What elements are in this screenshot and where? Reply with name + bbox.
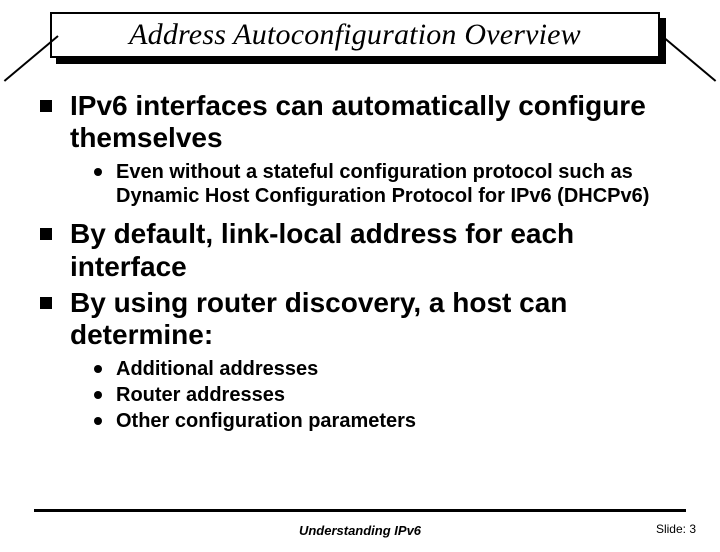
sub-bullet-text: Router addresses	[116, 383, 285, 407]
slide-title: Address Autoconfiguration Overview	[129, 18, 581, 52]
slide-content: IPv6 interfaces can automatically config…	[40, 90, 690, 443]
bullet-2-text: By default, link-local address for each …	[70, 218, 690, 282]
sub-bullet: Even without a stateful configuration pr…	[94, 160, 690, 208]
bullet-3-text: By using router discovery, a host can de…	[70, 287, 690, 351]
footer-divider	[34, 509, 686, 512]
dot-bullet-icon	[94, 391, 102, 399]
sub-bullet-text: Other configuration parameters	[116, 409, 416, 433]
bullet-2: By default, link-local address for each …	[40, 218, 690, 282]
footer-center-text: Understanding IPv6	[0, 523, 720, 538]
bullet-3: By using router discovery, a host can de…	[40, 287, 690, 351]
sub-bullet-text: Additional addresses	[116, 357, 318, 381]
bullet-3-sublist: Additional addresses Router addresses Ot…	[94, 357, 690, 433]
sub-bullet: Router addresses	[94, 383, 690, 407]
sub-bullet: Other configuration parameters	[94, 409, 690, 433]
bullet-1-sublist: Even without a stateful configuration pr…	[94, 160, 690, 208]
dot-bullet-icon	[94, 417, 102, 425]
title-diagonal-left	[4, 35, 59, 82]
square-bullet-icon	[40, 228, 52, 240]
dot-bullet-icon	[94, 365, 102, 373]
footer-slide-number: Slide: 3	[656, 522, 696, 536]
title-box: Address Autoconfiguration Overview	[50, 12, 660, 58]
bullet-1: IPv6 interfaces can automatically config…	[40, 90, 690, 154]
dot-bullet-icon	[94, 168, 102, 176]
bullet-1-text: IPv6 interfaces can automatically config…	[70, 90, 690, 154]
square-bullet-icon	[40, 100, 52, 112]
sub-bullet-text: Even without a stateful configuration pr…	[116, 160, 690, 208]
sub-bullet: Additional addresses	[94, 357, 690, 381]
title-diagonal-right	[661, 35, 716, 82]
square-bullet-icon	[40, 297, 52, 309]
title-banner: Address Autoconfiguration Overview	[50, 12, 670, 66]
